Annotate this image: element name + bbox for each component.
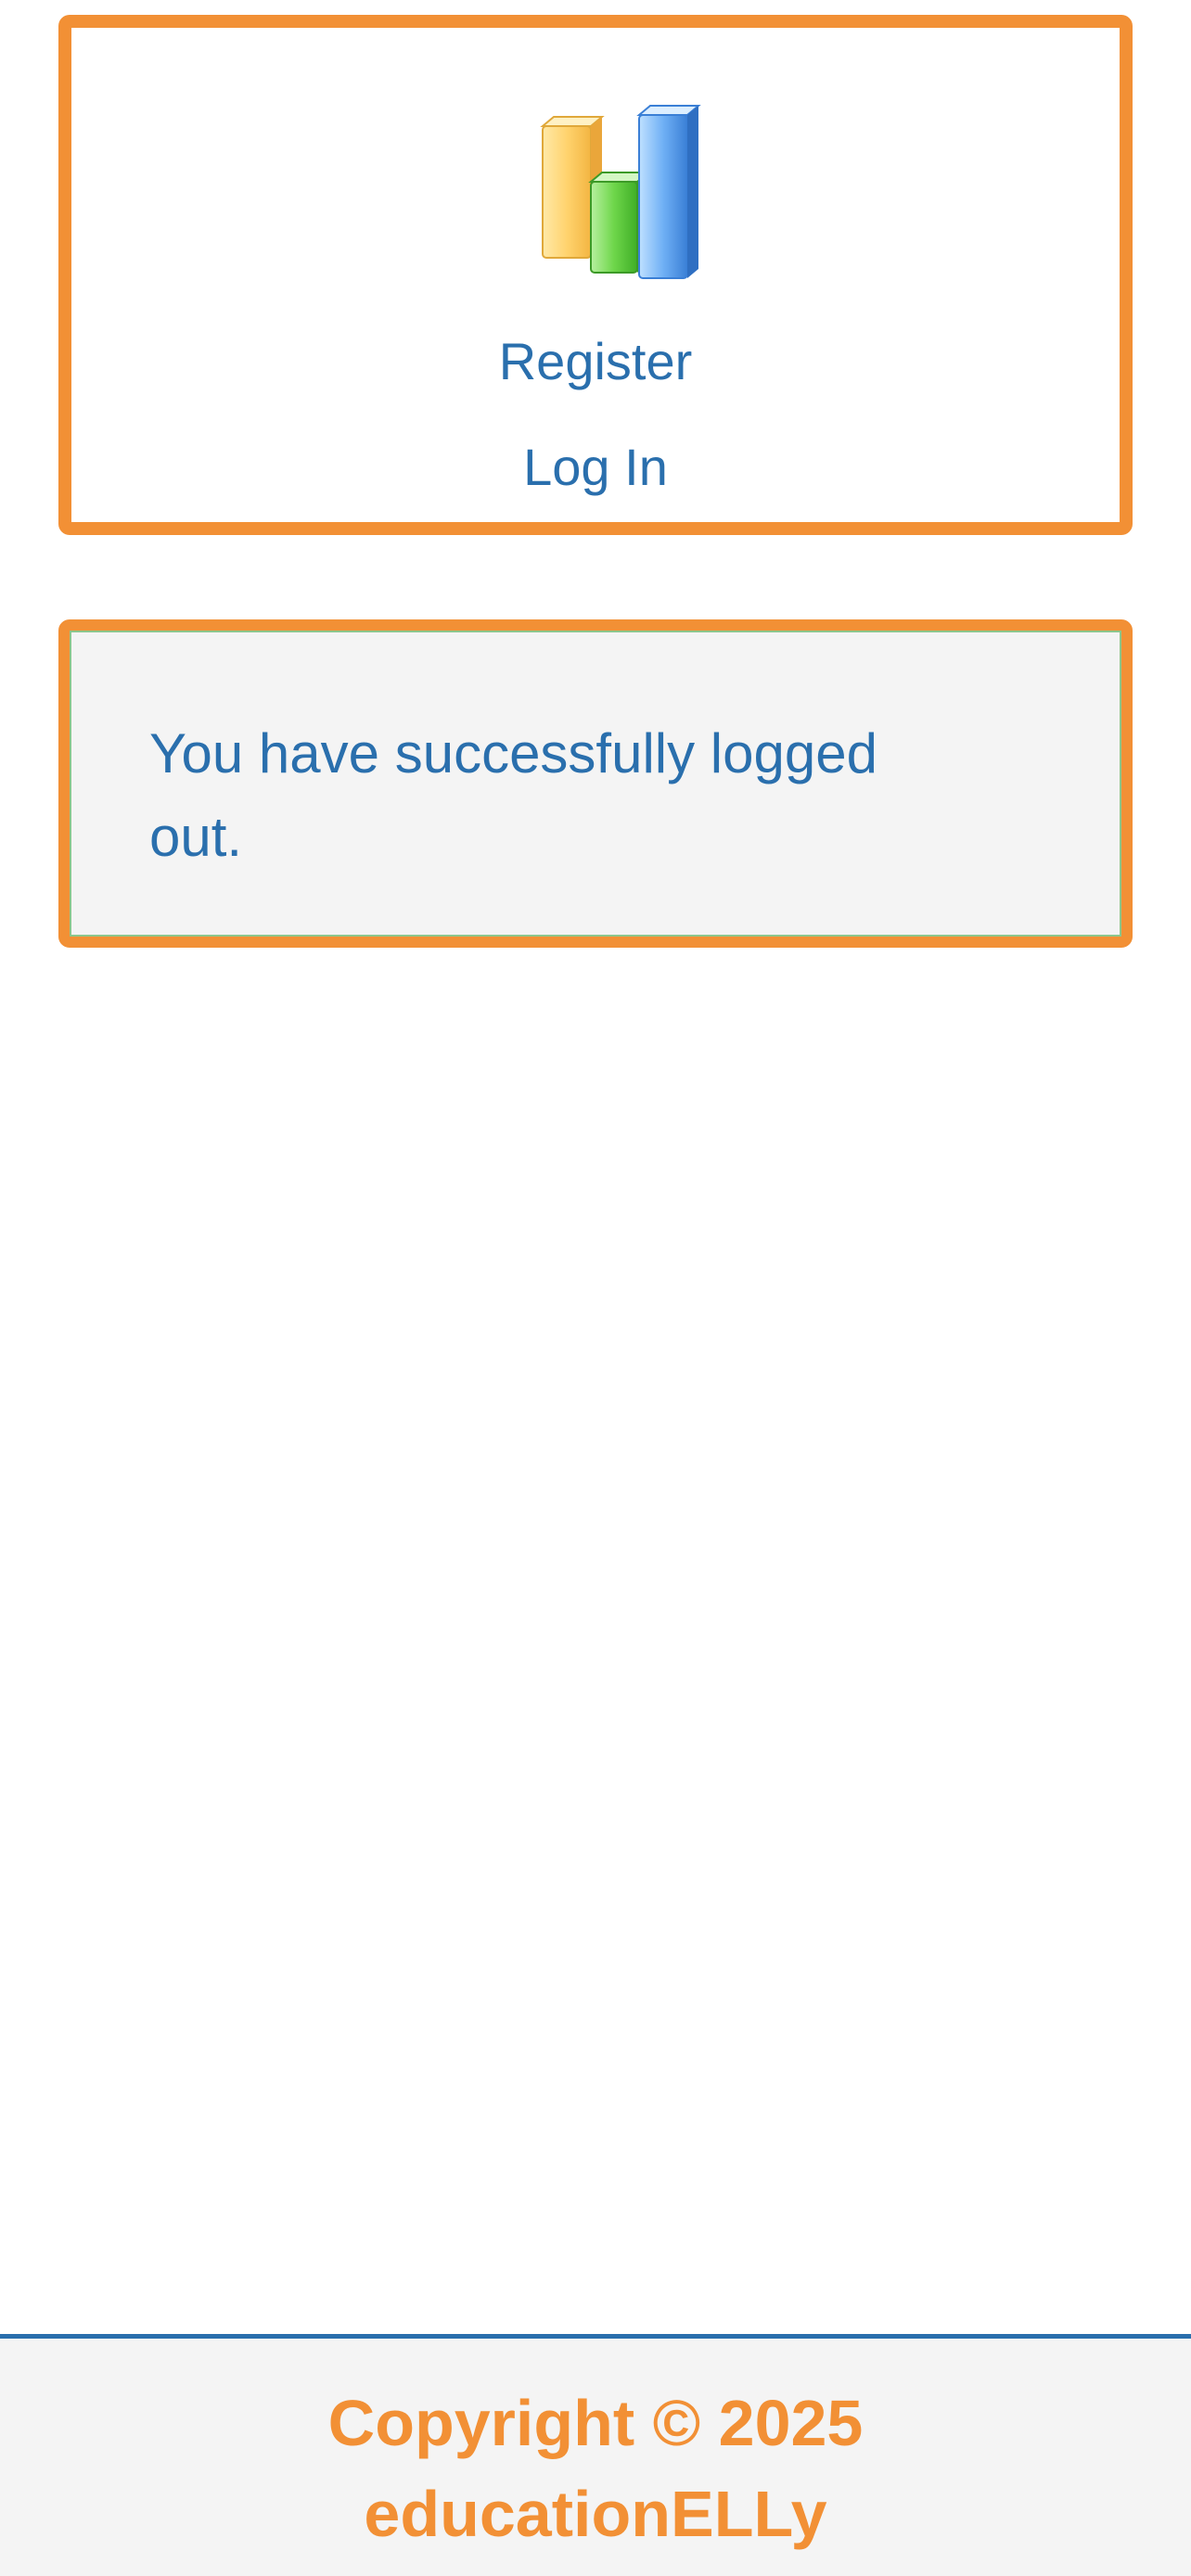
- register-link[interactable]: Register: [71, 332, 1120, 391]
- message-panel: You have successfully logged out.: [70, 631, 1121, 937]
- header-nav-card: Register Log In: [58, 15, 1133, 535]
- footer-copyright: Copyright © 2025 educationELLy: [0, 2378, 1191, 2559]
- logout-message-card: You have successfully logged out.: [58, 619, 1133, 948]
- login-link[interactable]: Log In: [71, 438, 1120, 497]
- footer: Copyright © 2025 educationELLy: [0, 2334, 1191, 2576]
- footer-brand-name: educationELLy: [364, 2478, 827, 2550]
- footer-copyright-line: Copyright © 2025: [327, 2387, 864, 2459]
- bar-chart-logo-icon: [540, 105, 701, 279]
- logout-success-message: You have successfully logged out.: [149, 722, 877, 868]
